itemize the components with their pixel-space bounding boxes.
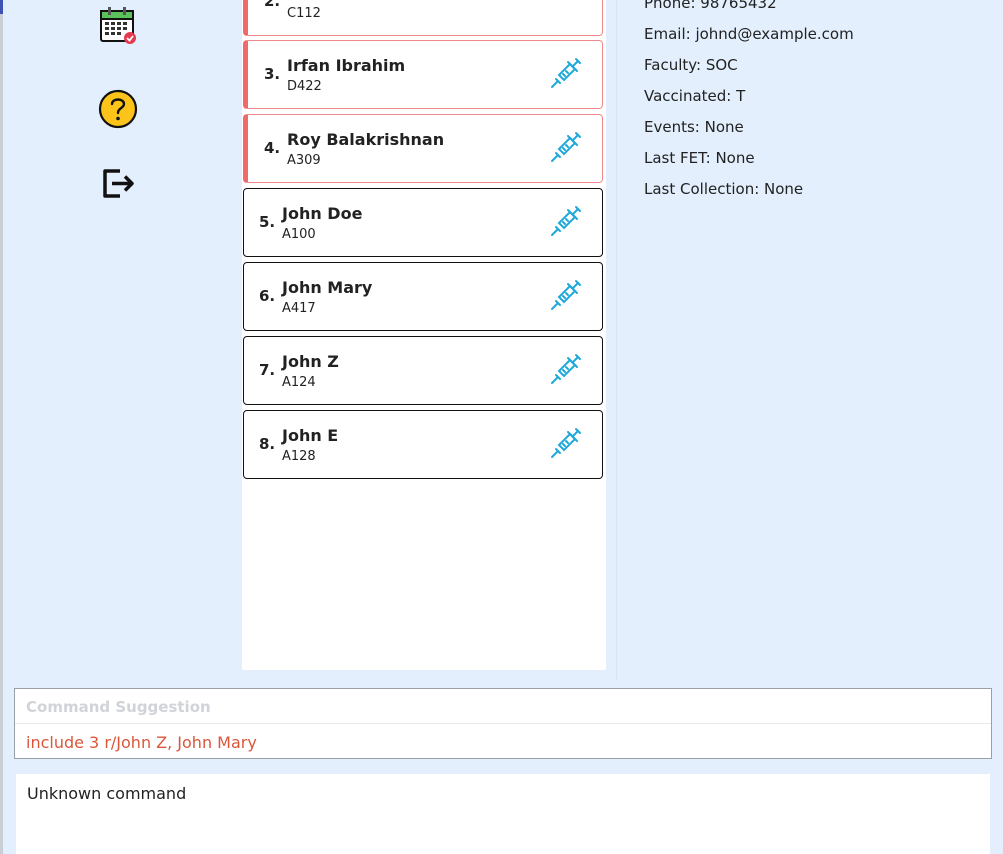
vaccine-syringe-icon xyxy=(551,428,581,458)
command-suggestion-label: Command Suggestion xyxy=(26,698,211,716)
window-left-edge-accent xyxy=(0,0,3,14)
detail-events: Events: None xyxy=(644,118,744,136)
vaccine-syringe-icon xyxy=(551,280,581,310)
vaccine-syringe-icon xyxy=(551,206,581,236)
command-suggestion-box[interactable]: Command Suggestion include 3 r/John Z, J… xyxy=(14,688,992,759)
detail-last-fet: Last FET: None xyxy=(644,149,755,167)
student-card[interactable]: 6. John Mary A417 xyxy=(243,262,603,331)
panel-divider xyxy=(616,0,617,680)
student-room: A128 xyxy=(282,449,316,464)
student-index: 5. xyxy=(259,213,276,231)
student-name: Roy Balakrishnan xyxy=(287,130,445,149)
student-room: D422 xyxy=(287,79,322,94)
student-name: John Mary xyxy=(282,278,373,297)
student-index: 7. xyxy=(259,361,276,379)
detail-email: Email: johnd@example.com xyxy=(644,25,854,43)
student-name: John E xyxy=(282,426,339,445)
student-details-panel: Phone: 98765432 Email: johnd@example.com… xyxy=(644,0,854,211)
student-room: A309 xyxy=(287,153,321,168)
student-name: Irfan Ibrahim xyxy=(287,56,406,75)
student-index: 6. xyxy=(259,287,276,305)
student-name: John Z xyxy=(282,352,339,371)
student-index: 8. xyxy=(259,435,276,453)
student-card[interactable]: 8. John E A128 xyxy=(243,410,603,479)
student-card[interactable]: 3. Irfan Ibrahim D422 xyxy=(243,40,603,109)
window-left-edge xyxy=(0,0,3,854)
calendar-icon[interactable] xyxy=(96,3,140,47)
command-suggestion-text: include 3 r/John Z, John Mary xyxy=(26,733,257,752)
student-index: 3. xyxy=(264,65,281,83)
student-room: C112 xyxy=(287,6,321,21)
help-icon[interactable] xyxy=(96,87,140,131)
detail-faculty: Faculty: SOC xyxy=(644,56,738,74)
detail-vaccinated: Vaccinated: T xyxy=(644,87,746,105)
logout-icon[interactable] xyxy=(96,161,140,205)
student-room: A100 xyxy=(282,227,316,242)
student-index: 2. xyxy=(264,0,281,10)
student-card[interactable]: 5. John Doe A100 xyxy=(243,188,603,257)
student-index: 4. xyxy=(264,139,281,157)
detail-phone: Phone: 98765432 xyxy=(644,0,777,12)
student-room: A124 xyxy=(282,375,316,390)
result-text: Unknown command xyxy=(27,784,187,803)
suggestion-divider xyxy=(15,723,991,724)
vaccine-syringe-icon xyxy=(551,58,581,88)
vaccine-syringe-icon xyxy=(551,354,581,384)
student-card[interactable]: 7. John Z A124 xyxy=(243,336,603,405)
student-name: John Doe xyxy=(282,204,363,223)
result-display[interactable]: Unknown command xyxy=(16,774,990,854)
student-room: A417 xyxy=(282,301,316,316)
detail-last-collection: Last Collection: None xyxy=(644,180,804,198)
student-card[interactable]: 2. C112 xyxy=(243,0,603,36)
vaccine-syringe-icon xyxy=(551,132,581,162)
student-card[interactable]: 4. Roy Balakrishnan A309 xyxy=(243,114,603,183)
